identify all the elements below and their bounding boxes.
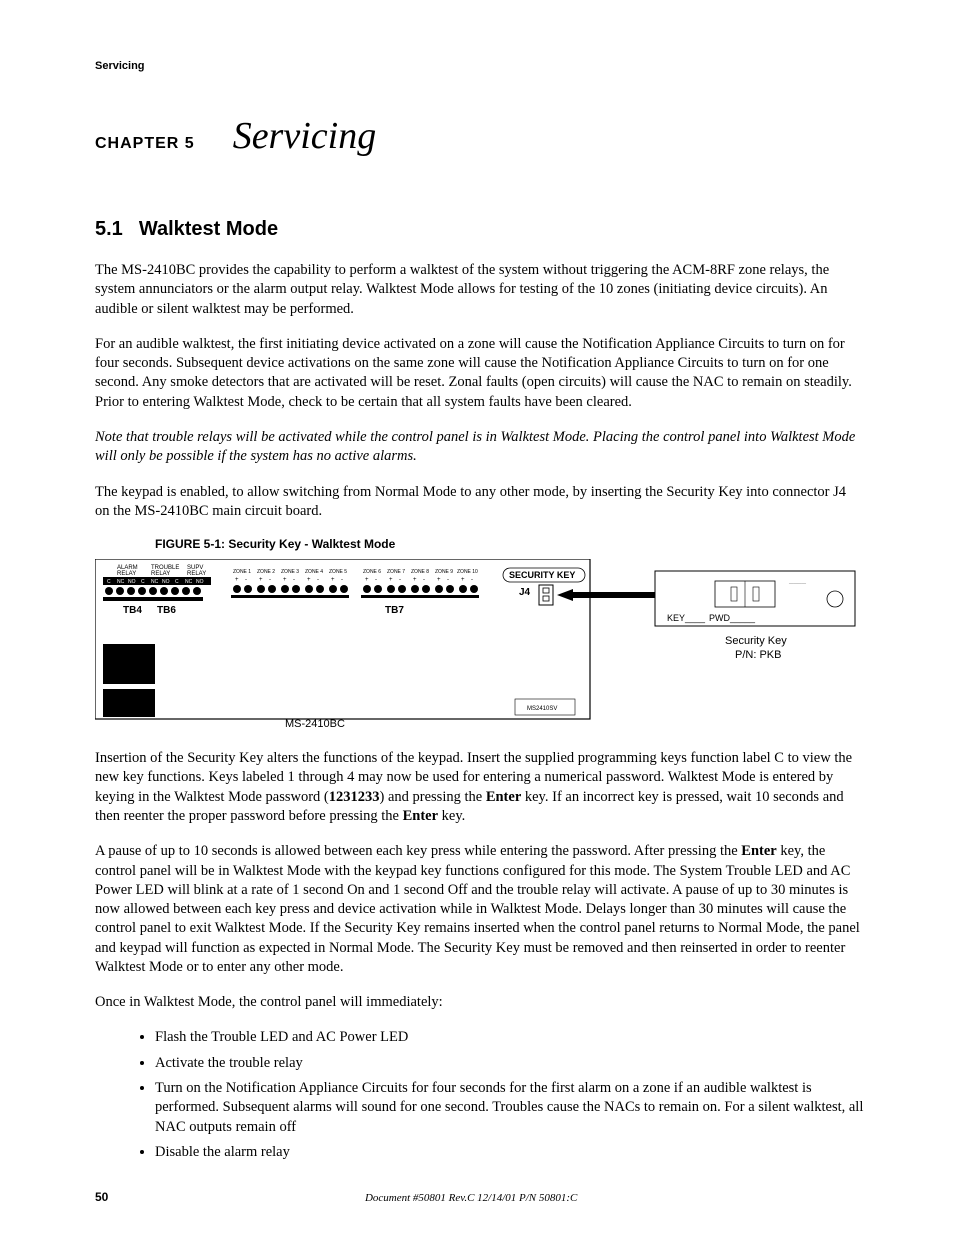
note-paragraph: Note that trouble relays will be activat…: [95, 428, 864, 467]
svg-text:MS2410SV: MS2410SV: [527, 706, 557, 712]
svg-text:NO: NO: [196, 579, 204, 585]
svg-text:C: C: [141, 579, 145, 585]
svg-text:TB4: TB4: [123, 605, 142, 616]
svg-text:C: C: [175, 579, 179, 585]
svg-text:RELAY: RELAY: [187, 571, 206, 577]
svg-text:+: +: [389, 577, 393, 583]
svg-text:+: +: [437, 577, 441, 583]
svg-text:+: +: [365, 577, 369, 583]
svg-text:+: +: [331, 577, 335, 583]
chapter-heading: CHAPTER 5 Servicing: [95, 114, 864, 158]
svg-text:-: -: [317, 577, 319, 583]
bullet-list: Flash the Trouble LED and AC Power LED A…: [95, 1028, 864, 1162]
svg-text:NC: NC: [117, 579, 125, 585]
svg-text:NC: NC: [151, 579, 159, 585]
svg-text:NO: NO: [162, 579, 170, 585]
svg-text:+: +: [307, 577, 311, 583]
svg-text:TB6: TB6: [157, 605, 176, 616]
circuit-board-diagram-icon: ALARM RELAY TROUBLE RELAY SUPV RELAY CNC…: [95, 559, 865, 729]
svg-text:P/N: PKB: P/N: PKB: [735, 649, 781, 661]
svg-text:+: +: [283, 577, 287, 583]
svg-text:+: +: [259, 577, 263, 583]
svg-text:+: +: [461, 577, 465, 583]
section-heading: 5.1 Walktest Mode: [95, 218, 864, 241]
paragraph: The MS-2410BC provides the capability to…: [95, 261, 864, 319]
figure-label: FIGURE 5-1:: [155, 537, 225, 551]
figure-title: Security Key - Walktest Mode: [228, 537, 395, 551]
svg-text:+: +: [413, 577, 417, 583]
paragraph: The keypad is enabled, to allow switchin…: [95, 483, 864, 522]
svg-text:ZONE 5: ZONE 5: [329, 569, 347, 575]
svg-text:-: -: [269, 577, 271, 583]
svg-text:-: -: [399, 577, 401, 583]
svg-text:────: ────: [788, 581, 807, 587]
svg-text:ZONE 8: ZONE 8: [411, 569, 429, 575]
svg-text:NC: NC: [185, 579, 193, 585]
svg-text:SECURITY KEY: SECURITY KEY: [509, 570, 575, 580]
page: Servicing CHAPTER 5 Servicing 5.1 Walktes…: [0, 0, 954, 1244]
list-item: Flash the Trouble LED and AC Power LED: [155, 1028, 864, 1047]
svg-text:ZONE 7: ZONE 7: [387, 569, 405, 575]
section-title: Walktest Mode: [139, 218, 278, 240]
svg-text:ZONE 4: ZONE 4: [305, 569, 323, 575]
figure-caption: FIGURE 5-1: Security Key - Walktest Mode: [155, 537, 864, 551]
svg-text:J4: J4: [519, 587, 531, 598]
svg-text:-: -: [245, 577, 247, 583]
svg-text:ZONE 1: ZONE 1: [233, 569, 251, 575]
svg-text:RELAY: RELAY: [117, 571, 136, 577]
svg-text:PWD_____: PWD_____: [709, 613, 756, 623]
svg-text:-: -: [471, 577, 473, 583]
page-footer: 50 Document #50801 Rev.C 12/14/01 P/N 50…: [95, 1190, 864, 1204]
svg-text:MS-2410BC: MS-2410BC: [285, 718, 345, 729]
section-number: 5.1: [95, 218, 123, 241]
paragraph: Once in Walktest Mode, the control panel…: [95, 993, 864, 1012]
svg-text:NO: NO: [128, 579, 136, 585]
svg-text:+: +: [235, 577, 239, 583]
list-item: Disable the alarm relay: [155, 1143, 864, 1162]
svg-text:-: -: [341, 577, 343, 583]
svg-text:Security Key: Security Key: [725, 635, 787, 647]
paragraph: For an audible walktest, the first initi…: [95, 335, 864, 412]
document-info: Document #50801 Rev.C 12/14/01 P/N 50801…: [108, 1192, 834, 1204]
paragraph: Insertion of the Security Key alters the…: [95, 749, 864, 826]
chapter-label: CHAPTER 5: [95, 135, 195, 153]
svg-text:ZONE 9: ZONE 9: [435, 569, 453, 575]
svg-text:-: -: [447, 577, 449, 583]
figure-5-1: ALARM RELAY TROUBLE RELAY SUPV RELAY CNC…: [95, 559, 864, 729]
chapter-title: Servicing: [233, 114, 377, 158]
list-item: Turn on the Notification Appliance Circu…: [155, 1079, 864, 1137]
svg-text:RELAY: RELAY: [151, 571, 170, 577]
paragraph: A pause of up to 10 seconds is allowed b…: [95, 842, 864, 977]
list-item: Activate the trouble relay: [155, 1054, 864, 1073]
svg-text:TB7: TB7: [385, 605, 404, 616]
svg-text:ZONE 10: ZONE 10: [457, 569, 478, 575]
svg-text:-: -: [375, 577, 377, 583]
page-number: 50: [95, 1190, 108, 1204]
svg-text:ZONE 3: ZONE 3: [281, 569, 299, 575]
svg-text:C: C: [107, 579, 111, 585]
svg-text:KEY____: KEY____: [667, 613, 706, 623]
svg-text:-: -: [293, 577, 295, 583]
running-head: Servicing: [95, 60, 864, 72]
svg-text:ZONE 6: ZONE 6: [363, 569, 381, 575]
svg-text:-: -: [423, 577, 425, 583]
svg-text:ZONE 2: ZONE 2: [257, 569, 275, 575]
